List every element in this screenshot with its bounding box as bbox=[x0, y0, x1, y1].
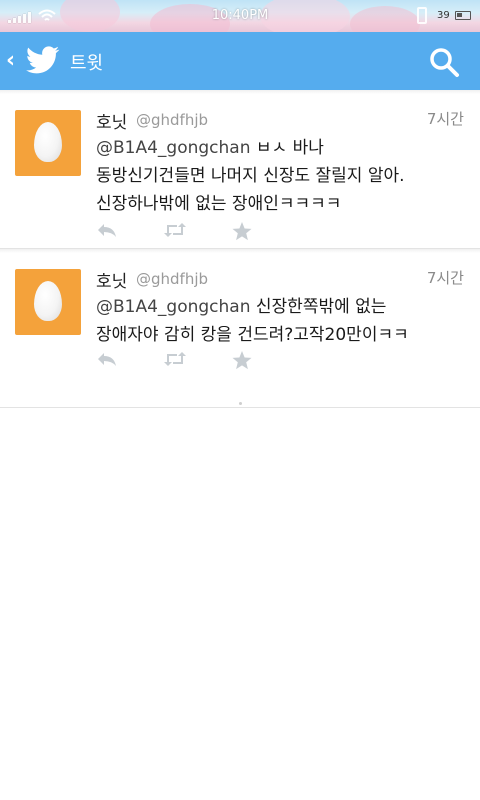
tweet-text: @B1A4_gongchan 신장한쪽밖에 없는 장애자야 감히 캉을 건드려?… bbox=[96, 293, 466, 349]
tweet-time: 7시간 bbox=[426, 269, 464, 287]
user-name[interactable]: 호닛 bbox=[96, 108, 127, 133]
user-name[interactable]: 호닛 bbox=[96, 267, 127, 292]
status-bar: 10:40PM 39 bbox=[0, 0, 480, 32]
scroll-indicator bbox=[239, 402, 242, 405]
favorite-star-icon[interactable] bbox=[232, 222, 252, 241]
tweet-time: 7시간 bbox=[426, 110, 464, 128]
egg-avatar-icon bbox=[34, 281, 62, 321]
battery-icon bbox=[455, 11, 471, 20]
tweet-actions bbox=[96, 351, 252, 370]
favorite-star-icon[interactable] bbox=[232, 351, 252, 370]
chevron-left-icon[interactable]: ‹ bbox=[6, 48, 15, 73]
page-title: 트윗 bbox=[70, 53, 104, 74]
mention-link[interactable]: @B1A4_gongchan bbox=[96, 138, 251, 158]
tweet-actions bbox=[96, 222, 252, 241]
tweet-item[interactable]: 호닛 @ghdfhjb 7시간 @B1A4_gongchan 신장한쪽밖에 없는… bbox=[0, 253, 480, 408]
mention-link[interactable]: @B1A4_gongchan bbox=[96, 297, 251, 317]
status-time: 10:40PM bbox=[211, 8, 269, 23]
search-icon[interactable] bbox=[428, 46, 460, 78]
retweet-icon[interactable] bbox=[162, 351, 188, 367]
timeline: 호닛 @ghdfhjb 7시간 @B1A4_gongchan ㅂㅅ 바나 동방신… bbox=[0, 90, 480, 408]
battery-level: 39 bbox=[437, 10, 450, 21]
user-handle: @ghdfhjb bbox=[136, 270, 209, 288]
phone-icon bbox=[417, 7, 427, 24]
tweet-item[interactable]: 호닛 @ghdfhjb 7시간 @B1A4_gongchan ㅂㅅ 바나 동방신… bbox=[0, 94, 480, 249]
tweet-text: @B1A4_gongchan ㅂㅅ 바나 동방신기건들면 나머지 신장도 잘릴지… bbox=[96, 134, 466, 218]
reply-icon[interactable] bbox=[96, 222, 118, 238]
avatar[interactable] bbox=[15, 110, 81, 176]
egg-avatar-icon bbox=[34, 122, 62, 162]
avatar[interactable] bbox=[15, 269, 81, 335]
user-handle: @ghdfhjb bbox=[136, 111, 209, 129]
twitter-bird-icon[interactable] bbox=[26, 46, 60, 76]
reply-icon[interactable] bbox=[96, 351, 118, 367]
app-bar: ‹ 트윗 bbox=[0, 32, 480, 90]
retweet-icon[interactable] bbox=[162, 222, 188, 238]
